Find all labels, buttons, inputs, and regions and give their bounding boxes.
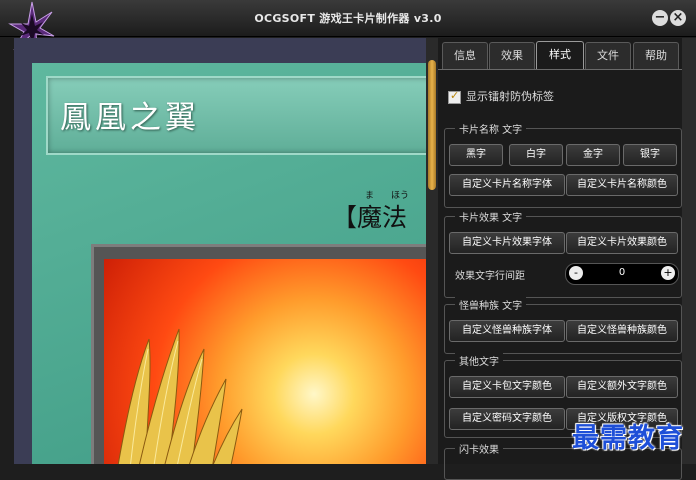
line-spacing-label: 效果文字行间距 <box>455 271 525 282</box>
anti-counterfeit-checkbox[interactable] <box>448 89 461 104</box>
card-name: 鳳凰之翼 <box>60 100 200 136</box>
other-text-group-title: 其他文字 <box>455 353 503 368</box>
card-art-frame <box>91 244 426 464</box>
extra-text-color-button[interactable]: 自定义额外文字颜色 <box>566 376 678 398</box>
monster-race-color-button[interactable]: 自定义怪兽种族颜色 <box>566 320 678 342</box>
card-preview: 鳳凰之翼 ま ほう 【魔法 <box>14 38 426 464</box>
tab-file[interactable]: 文件 <box>585 42 631 69</box>
close-icon[interactable]: × <box>670 10 686 26</box>
settings-panel: 信息 效果 样式 文件 帮助 显示镭射防伪标签 卡片名称 文字 黑字 白字 金字… <box>438 38 682 480</box>
card-effect-group: 卡片效果 文字 自定义卡片效果字体 自定义卡片效果颜色 效果文字行间距 - 0 … <box>444 209 682 298</box>
monster-race-group: 怪兽种族 文字 自定义怪兽种族字体 自定义怪兽种族颜色 <box>444 297 682 354</box>
preview-scrollbar-thumb[interactable] <box>428 60 436 190</box>
minimize-icon[interactable]: − <box>652 10 668 26</box>
card-name-font-button[interactable]: 自定义卡片名称字体 <box>449 174 565 196</box>
line-spacing-increase-button[interactable]: + <box>661 266 675 280</box>
panel-scrollbar[interactable] <box>682 38 696 464</box>
line-spacing-stepper[interactable]: - 0 + <box>565 263 679 285</box>
flash-effect-group-title: 闪卡效果 <box>455 441 503 456</box>
card-name-color-button[interactable]: 自定义卡片名称颜色 <box>566 174 678 196</box>
title-bar: OCGSOFT 游戏王卡片制作器 v3.0 − × <box>0 0 696 59</box>
tab-divider <box>438 69 682 70</box>
black-text-button[interactable]: 黑字 <box>449 144 503 166</box>
password-text-color-button[interactable]: 自定义密码文字颜色 <box>449 408 565 430</box>
tab-effect[interactable]: 效果 <box>489 42 535 69</box>
gold-text-button[interactable]: 金字 <box>566 144 620 166</box>
card-effect-font-button[interactable]: 自定义卡片效果字体 <box>449 232 565 254</box>
phoenix-wing-art <box>117 328 243 464</box>
monster-race-group-title: 怪兽种族 文字 <box>455 297 527 312</box>
white-text-button[interactable]: 白字 <box>509 144 563 166</box>
card-name-group-title: 卡片名称 文字 <box>455 121 527 136</box>
watermark-logo: 最需教育 <box>572 423 684 454</box>
monster-race-font-button[interactable]: 自定义怪兽种族字体 <box>449 320 565 342</box>
tab-help[interactable]: 帮助 <box>633 42 679 69</box>
silver-text-button[interactable]: 银字 <box>623 144 677 166</box>
pack-text-color-button[interactable]: 自定义卡包文字颜色 <box>449 376 565 398</box>
card-effect-color-button[interactable]: 自定义卡片效果颜色 <box>566 232 678 254</box>
anti-counterfeit-option[interactable]: 显示镭射防伪标签 <box>448 88 554 104</box>
tab-style[interactable]: 样式 <box>536 41 584 70</box>
card-type: 【魔法 <box>332 203 408 232</box>
card-name-group: 卡片名称 文字 黑字 白字 金字 银字 自定义卡片名称字体 自定义卡片名称颜色 <box>444 121 682 208</box>
card-name-box[interactable]: 鳳凰之翼 <box>46 76 426 155</box>
card-effect-group-title: 卡片效果 文字 <box>455 209 527 224</box>
anti-counterfeit-label: 显示镭射防伪标签 <box>466 90 554 103</box>
card-art-image[interactable] <box>104 259 426 464</box>
window-title: OCGSOFT 游戏王卡片制作器 v3.0 <box>254 12 442 25</box>
tab-info[interactable]: 信息 <box>442 42 488 69</box>
preview-scrollbar[interactable] <box>426 38 438 464</box>
